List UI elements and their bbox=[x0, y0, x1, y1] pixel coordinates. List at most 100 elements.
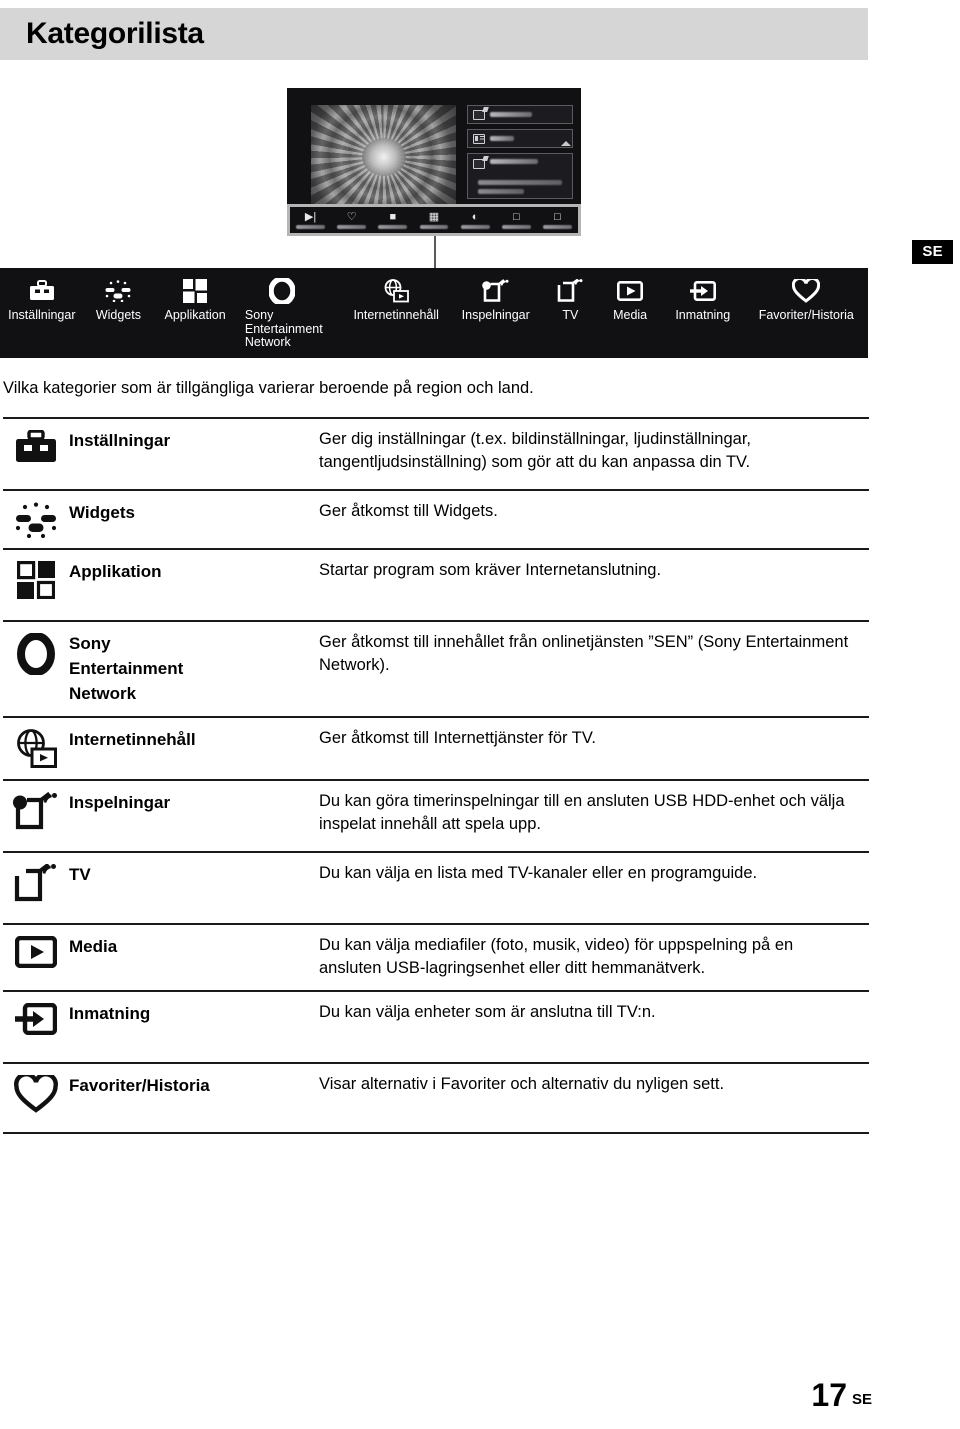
category-recordings[interactable]: Inspelningar bbox=[450, 278, 542, 323]
dock-item: ◐ bbox=[455, 210, 496, 229]
category-name: Internetinnehåll bbox=[69, 730, 196, 749]
tv-category-dock: ▶| ♡ ■ ▦ ◐ □ □ bbox=[287, 204, 581, 236]
widgets-icon bbox=[104, 278, 132, 304]
tv-icon bbox=[557, 278, 583, 304]
apps-icon bbox=[3, 559, 69, 610]
input-icon: ▶| bbox=[304, 210, 317, 223]
tv-menu-item-label bbox=[490, 112, 532, 117]
media-icon bbox=[3, 934, 69, 980]
page-number: 17 bbox=[811, 1377, 847, 1413]
category-media[interactable]: Media bbox=[599, 278, 661, 323]
table-row: TV Du kan välja en lista med TV-kanaler … bbox=[3, 851, 869, 923]
category-name: TV bbox=[69, 865, 91, 884]
manual-page: Kategorilista ▶| ♡ ■ ▦ ◐ □ □ SE Inställn… bbox=[0, 0, 960, 1429]
category-description: Startar program som kräver Internetanslu… bbox=[319, 561, 662, 579]
table-row: Applikation Startar program som kräver I… bbox=[3, 548, 869, 620]
category-internet-content[interactable]: Internetinnehåll bbox=[342, 278, 450, 323]
chevron-up-icon bbox=[561, 141, 571, 146]
category-description: Ger åtkomst till Widgets. bbox=[319, 502, 498, 520]
screen-edit-icon bbox=[473, 109, 485, 120]
page-title: Kategorilista bbox=[26, 17, 204, 50]
table-row: Sony Entertainment Network Ger åtkomst t… bbox=[3, 620, 869, 716]
category-description: Ger åtkomst till Internettjänster för TV… bbox=[319, 729, 596, 747]
tv-icon bbox=[3, 862, 69, 913]
category-favorites-history[interactable]: Favoriter/Historia bbox=[745, 278, 868, 323]
internet-content-icon bbox=[3, 727, 69, 769]
toolbox-icon bbox=[29, 278, 55, 304]
category-description: Ger åtkomst till innehållet från onlinet… bbox=[319, 633, 849, 674]
category-label: Inmatning bbox=[675, 308, 731, 322]
tv-menu-item-label bbox=[490, 136, 514, 141]
table-row: Favoriter/Historia Visar alternativ i Fa… bbox=[3, 1062, 869, 1134]
category-label: Media bbox=[613, 308, 648, 322]
sen-ring-icon bbox=[3, 631, 69, 706]
heart-icon: ♡ bbox=[346, 210, 357, 223]
dock-item: ▦ bbox=[413, 211, 454, 229]
dock-item: ▶| bbox=[290, 210, 331, 229]
dock-item-label bbox=[296, 224, 325, 229]
category-tv[interactable]: TV bbox=[542, 278, 600, 323]
category-name: Sony Entertainment Network bbox=[69, 634, 184, 703]
category-label: Sony Entertainment Network bbox=[244, 308, 323, 349]
category-table: Inställningar Ger dig inställningar (t.e… bbox=[3, 417, 869, 1134]
table-row: Widgets Ger åtkomst till Widgets. bbox=[3, 489, 869, 548]
category-settings[interactable]: Inställningar bbox=[0, 278, 84, 323]
tv-icon: □ bbox=[512, 210, 520, 223]
page-footer: 17 SE bbox=[811, 1379, 872, 1411]
category-label: TV bbox=[562, 308, 579, 322]
widgets-icon: ◐ bbox=[471, 210, 479, 223]
category-widgets[interactable]: Widgets bbox=[84, 278, 154, 323]
category-label: Inställningar bbox=[8, 308, 76, 322]
category-name: Widgets bbox=[69, 503, 135, 522]
list-icon bbox=[473, 133, 485, 144]
category-application[interactable]: Applikation bbox=[153, 278, 237, 323]
category-description: Du kan göra timerinspelningar till en an… bbox=[319, 792, 845, 833]
heart-icon bbox=[792, 278, 821, 304]
apps-icon bbox=[183, 278, 208, 304]
category-description: Du kan välja mediafiler (foto, musik, vi… bbox=[319, 936, 794, 977]
category-description: Du kan välja en lista med TV-kanaler ell… bbox=[319, 864, 758, 882]
category-sony-entertainment-network[interactable]: Sony Entertainment Network bbox=[237, 278, 343, 350]
page-number-suffix: SE bbox=[851, 1391, 872, 1408]
dock-item-label bbox=[460, 224, 490, 229]
tv-menu-item-expanded bbox=[467, 153, 573, 199]
category-description: Ger dig inställningar (t.ex. bildinställ… bbox=[319, 430, 751, 471]
sen-ring-icon bbox=[245, 278, 343, 304]
table-row: Inmatning Du kan välja enheter som är an… bbox=[3, 990, 869, 1062]
tv-menu-item-description bbox=[478, 180, 564, 198]
category-name: Inmatning bbox=[69, 1004, 151, 1023]
table-row: Media Du kan välja mediafiler (foto, mus… bbox=[3, 923, 869, 990]
internet-content-icon bbox=[383, 278, 410, 304]
category-label: Widgets bbox=[95, 308, 142, 322]
heart-icon bbox=[3, 1073, 69, 1122]
category-description: Du kan välja enheter som är anslutna til… bbox=[319, 1003, 656, 1021]
table-row: Internetinnehåll Ger åtkomst till Intern… bbox=[3, 716, 869, 779]
category-label: Inspelningar bbox=[461, 308, 530, 322]
category-description: Visar alternativ i Favoriter och alterna… bbox=[319, 1075, 725, 1093]
category-label: Applikation bbox=[164, 308, 226, 322]
tv-photo-thumbnail bbox=[311, 105, 456, 205]
recordings-icon bbox=[481, 278, 510, 304]
category-name: Favoriter/Historia bbox=[69, 1076, 210, 1095]
category-name: Inspelningar bbox=[69, 793, 171, 812]
dock-item-label bbox=[543, 224, 572, 229]
widgets-icon bbox=[3, 500, 69, 538]
toolbox-icon: ■ bbox=[389, 210, 397, 223]
category-name: Applikation bbox=[69, 562, 162, 581]
tv-menu-item-label bbox=[490, 159, 538, 164]
dock-item-label bbox=[419, 224, 449, 229]
category-label: Internetinnehåll bbox=[353, 308, 439, 322]
recordings-icon bbox=[3, 790, 69, 841]
category-label: Favoriter/Historia bbox=[758, 308, 854, 322]
toolbox-icon bbox=[3, 428, 69, 479]
input-icon bbox=[689, 278, 716, 304]
dock-item-label bbox=[501, 224, 531, 229]
media-icon bbox=[617, 278, 644, 304]
category-name: Media bbox=[69, 937, 118, 956]
callout-connector-line bbox=[434, 236, 436, 268]
intro-note: Vilka kategorier som är tillgängliga var… bbox=[3, 379, 534, 397]
dock-item: ♡ bbox=[331, 210, 372, 229]
table-row: Inställningar Ger dig inställningar (t.e… bbox=[3, 417, 869, 489]
category-input[interactable]: Inmatning bbox=[661, 278, 745, 323]
category-bar: Inställningar Widgets Applikation Sony E… bbox=[0, 268, 868, 358]
